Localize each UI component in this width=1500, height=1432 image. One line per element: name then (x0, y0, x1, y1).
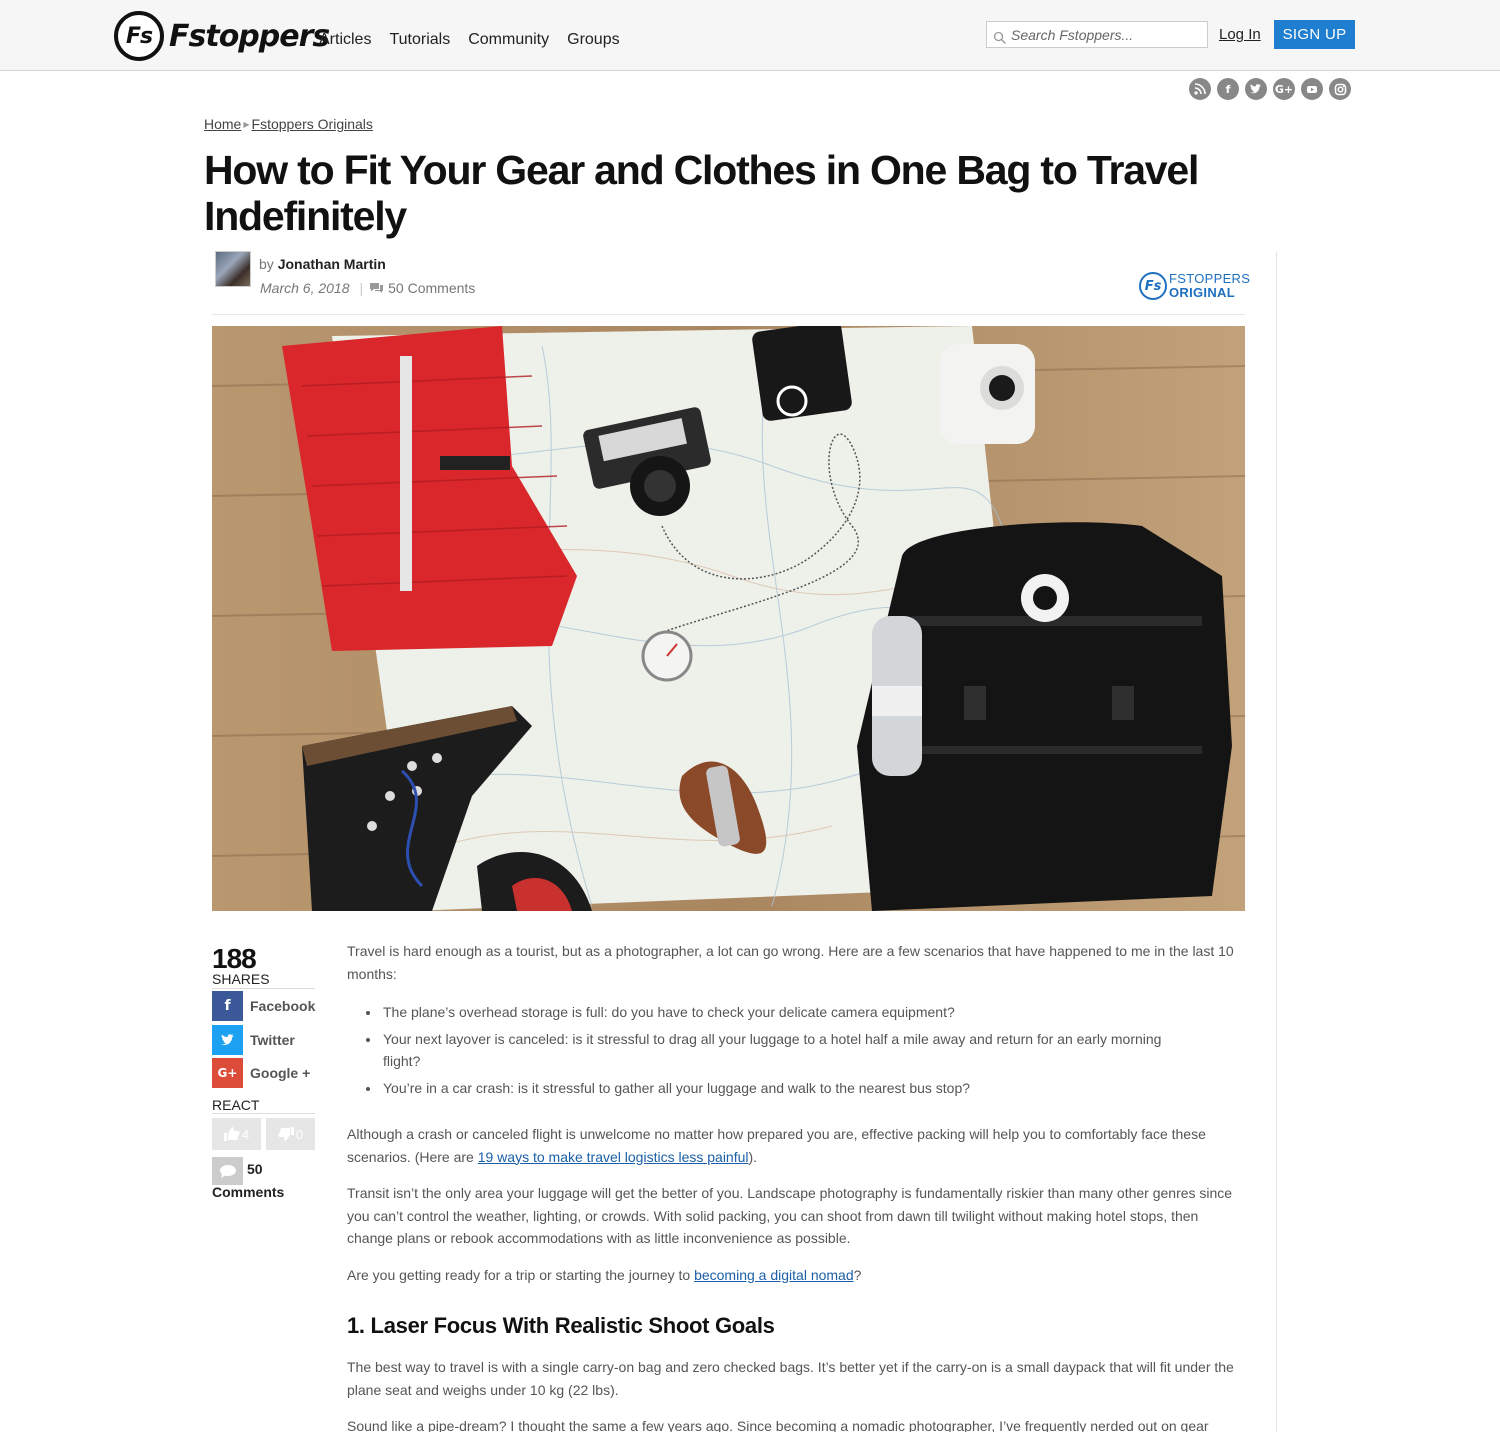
rss-icon[interactable] (1189, 78, 1211, 100)
badge-line-1: FSTOPPERS (1169, 271, 1251, 286)
thumbs-up-icon (223, 1127, 240, 1141)
section-heading: 1. Laser Focus With Realistic Shoot Goal… (347, 1313, 775, 1338)
login-link[interactable]: Log In (1219, 26, 1261, 43)
youtube-icon[interactable] (1301, 78, 1323, 100)
byline-prefix: by (259, 256, 274, 272)
nav-groups[interactable]: Groups (567, 31, 619, 49)
react-divider (212, 1113, 315, 1114)
breadcrumb-home[interactable]: Home (204, 116, 241, 132)
paragraph-text: ). (748, 1148, 758, 1165)
main-nav: Articles Tutorials Community Groups (319, 31, 638, 49)
social-links: f G+ (1189, 78, 1351, 100)
share-divider (212, 988, 315, 989)
paragraph-carry-on: The best way to travel is with a single … (347, 1359, 1234, 1398)
badge-text: FSTOPPERS ORIGINAL (1169, 272, 1250, 300)
list-item: You’re in a car crash: is it stressful t… (366, 1077, 1237, 1100)
facebook-icon[interactable]: f (1217, 78, 1239, 100)
paragraph-nomad: Are you getting ready for a trip or star… (347, 1264, 1237, 1287)
instagram-icon[interactable] (1329, 78, 1351, 100)
meta-separator: | (359, 280, 364, 296)
dislike-count: 0 (295, 1126, 304, 1142)
google-plus-icon: G+ (212, 1058, 243, 1088)
comments-label[interactable]: Comments (212, 1184, 284, 1200)
react-label: REACT (212, 1097, 260, 1113)
logo-wordmark: Fstoppers (169, 18, 330, 54)
paragraph-text: ? (853, 1266, 862, 1283)
article-body: Travel is hard enough as a tourist, but … (347, 940, 1237, 1432)
twitter-icon[interactable] (1245, 78, 1267, 100)
top-header: Fs Fstoppers Articles Tutorials Communit… (0, 0, 1500, 71)
paragraph-logistics: Although a crash or canceled flight is u… (347, 1123, 1237, 1168)
like-count: 4 (241, 1126, 250, 1142)
author-byline: by Jonathan Martin (259, 256, 386, 272)
search-icon (993, 31, 1007, 44)
paragraph-text: Are you getting ready for a trip or star… (347, 1266, 695, 1283)
share-twitter-button[interactable]: Twitter (212, 1025, 295, 1055)
paragraph-text: Although a crash or canceled flight is u… (347, 1126, 1206, 1165)
breadcrumb-separator-icon: ▶ (243, 119, 250, 129)
header-divider (212, 314, 1245, 315)
author-name[interactable]: Jonathan Martin (278, 256, 386, 272)
intro-paragraph: Travel is hard enough as a tourist, but … (347, 943, 1234, 982)
article-meta: March 6, 2018 | 50 Comments (260, 280, 475, 296)
comments-button-icon[interactable] (212, 1157, 243, 1185)
hero-illustration (212, 326, 1245, 911)
logo-mark: Fs (114, 11, 164, 61)
signup-button[interactable]: SIGN UP (1274, 20, 1355, 49)
dislike-button[interactable]: 0 (266, 1118, 315, 1150)
hero-image (212, 326, 1245, 911)
badge-logo-icon: Fs (1139, 272, 1167, 300)
nav-tutorials[interactable]: Tutorials (389, 31, 450, 49)
content-divider (1276, 252, 1277, 1432)
comments-icon (370, 283, 384, 293)
share-twitter-label: Twitter (250, 1032, 295, 1048)
nav-articles[interactable]: Articles (319, 31, 371, 49)
twitter-icon (212, 1025, 243, 1055)
list-item: The plane’s overhead storage is full: do… (366, 1001, 1237, 1024)
share-google-label: Google + (250, 1065, 311, 1081)
paragraph-pipe-dream: Sound like a pipe-dream? I thought the s… (347, 1418, 1209, 1432)
breadcrumb: Home ▶ Fstoppers Originals (204, 116, 373, 132)
search-input[interactable] (1011, 26, 1201, 43)
paragraph-transit: Transit isn’t the only area your luggage… (347, 1185, 1233, 1246)
share-label: SHARES (212, 971, 270, 987)
article-title: How to Fit Your Gear and Clothes in One … (204, 147, 1199, 239)
facebook-icon: f (212, 991, 243, 1021)
nav-community[interactable]: Community (468, 31, 549, 49)
search-box (986, 21, 1208, 48)
list-item: Your next layover is canceled: is it str… (366, 1028, 1237, 1073)
digital-nomad-link[interactable]: becoming a digital nomad (694, 1267, 854, 1283)
fstoppers-original-badge: Fs FSTOPPERS ORIGINAL (1139, 272, 1250, 300)
thumbs-down-icon (278, 1127, 294, 1141)
share-facebook-button[interactable]: f Facebook (212, 991, 315, 1021)
logistics-link[interactable]: 19 ways to make travel logistics less pa… (478, 1149, 749, 1165)
share-google-button[interactable]: G+ Google + (212, 1058, 310, 1088)
scenario-list: The plane’s overhead storage is full: do… (366, 1001, 1237, 1100)
author-avatar[interactable] (215, 251, 251, 287)
comments-count[interactable]: 50 (247, 1161, 263, 1177)
comments-link[interactable]: 50 Comments (388, 280, 475, 296)
badge-line-2: ORIGINAL (1169, 285, 1235, 300)
site-logo[interactable]: Fs Fstoppers (114, 11, 330, 61)
google-plus-icon[interactable]: G+ (1273, 78, 1295, 100)
share-facebook-label: Facebook (250, 998, 316, 1014)
like-button[interactable]: 4 (212, 1118, 261, 1150)
publish-date: March 6, 2018 (260, 280, 350, 296)
breadcrumb-section[interactable]: Fstoppers Originals (252, 116, 373, 132)
